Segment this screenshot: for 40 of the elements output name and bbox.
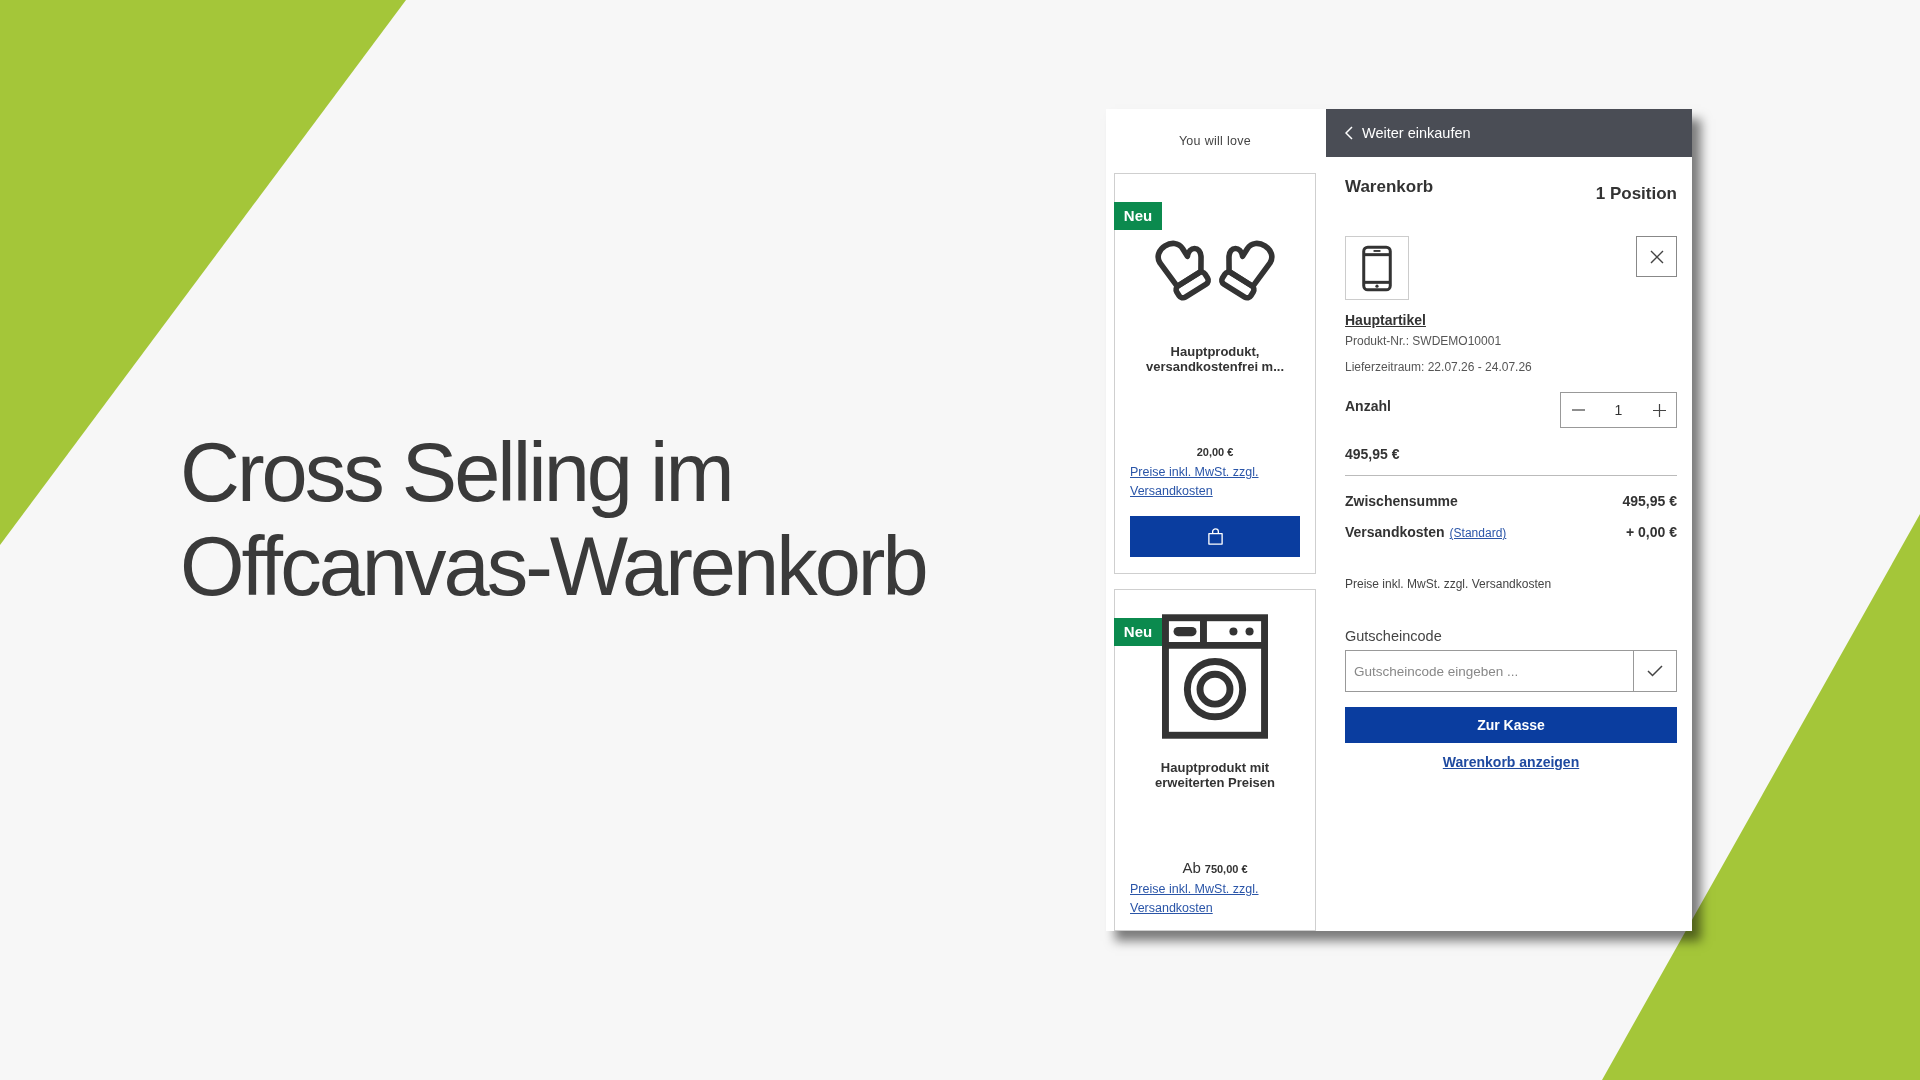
price-prefix: Ab [1182, 861, 1201, 875]
product-name: Hauptprodukt, versandkostenfrei m... [1145, 344, 1285, 374]
quantity-label: Anzahl [1345, 397, 1391, 415]
remove-button[interactable] [1636, 236, 1677, 277]
voucher-label: Gutscheincode [1345, 627, 1443, 645]
washing-machine-icon [1162, 614, 1268, 739]
summary-label: Versandkosten [1345, 523, 1445, 542]
product-price: 20,00 € [1196, 445, 1234, 459]
product-price: 750,00 € [1204, 862, 1248, 876]
recommendations-heading: You will love [1177, 133, 1253, 149]
voucher-field[interactable]: Gutscheincode eingeben ... [1345, 650, 1633, 692]
delivery-period: Lieferzeitraum: 22.07.26 - 24.07.26 [1345, 359, 1533, 375]
plus-icon [1652, 403, 1666, 417]
checkout-button[interactable]: Zur Kasse [1345, 707, 1677, 743]
check-icon [1647, 665, 1663, 677]
quantity-field[interactable]: 1 [1603, 402, 1634, 418]
tax-info-link[interactable]: Preise inkl. MwSt. zzgl. Versandkosten [1130, 880, 1300, 918]
tax-note: Preise inkl. MwSt. zzgl. Versandkosten [1345, 576, 1553, 592]
back-link[interactable]: Weiter einkaufen [1345, 125, 1471, 141]
tax-info-link[interactable]: Preise inkl. MwSt. zzgl. Versandkosten [1130, 463, 1300, 501]
summary-value: 495,95 € [1622, 492, 1677, 511]
product-link[interactable]: Hauptartikel [1345, 311, 1426, 329]
cart-title: Warenkorb [1345, 177, 1434, 197]
line-price: 495,95 € [1345, 445, 1401, 463]
minus-icon [1571, 409, 1585, 411]
new-badge: Neu [1114, 618, 1162, 646]
apply-voucher-button[interactable] [1633, 650, 1677, 692]
slide-title: Cross Selling im Offcanvas-Warenkorb [180, 426, 927, 614]
chevron-left-icon [1345, 126, 1353, 140]
product-name: Hauptprodukt mit erweiterten Preisen [1154, 760, 1276, 790]
view-cart-link[interactable]: Warenkorb anzeigen [1442, 753, 1580, 771]
shipping-method-link[interactable]: (Standard) [1449, 523, 1507, 543]
summary-value: + 0,00 € [1626, 523, 1677, 542]
summary-label: Zwischensumme [1345, 492, 1458, 511]
new-badge: Neu [1114, 202, 1162, 230]
product-number: Produkt-Nr.: SWDEMO10001 [1345, 333, 1503, 349]
smartphone-icon [1362, 244, 1392, 292]
close-icon [1649, 249, 1664, 264]
item-count: 1 Position [1595, 184, 1677, 204]
shopping-bag-icon [1206, 528, 1224, 545]
